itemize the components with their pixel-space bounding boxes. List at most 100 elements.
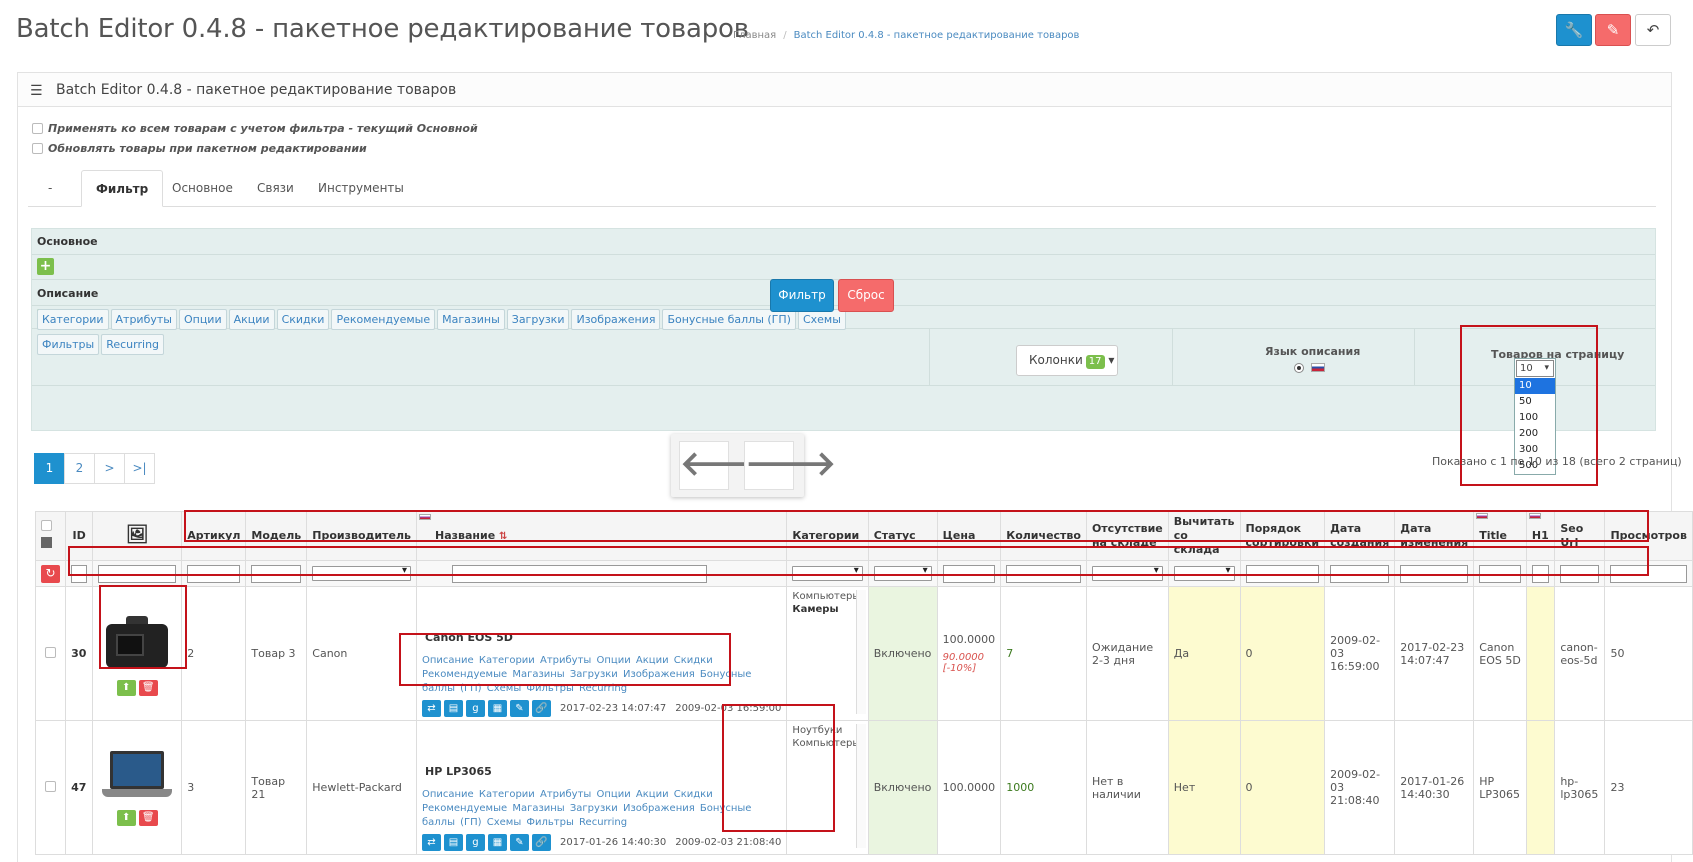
swap-icon[interactable]: ⇄	[421, 700, 441, 717]
select-inverse-icon[interactable]	[41, 537, 52, 548]
settings-button[interactable]: 🔧	[1556, 14, 1592, 46]
filter-tag[interactable]: Схемы	[797, 309, 846, 330]
eraser-icon: ✎	[1606, 21, 1620, 39]
link-icon[interactable]: 🔗	[531, 834, 551, 851]
product-actions: ⇄ ▤ g ▦ ✎ 🔗 2017-01-26 14:40:30 2009-02-03 21:0…	[421, 834, 781, 851]
columns-button[interactable]: Колонки 17 ▾	[1016, 345, 1118, 376]
cell-stock-status: Нет в наличии	[1085, 720, 1169, 855]
filter-tag[interactable]: Опции	[178, 309, 227, 330]
windows-icon[interactable]: ▦	[487, 834, 507, 851]
reset-button[interactable]: Сброс	[838, 279, 894, 312]
category-item[interactable]: Компьютеры	[792, 590, 862, 603]
filter-tag[interactable]: Атрибуты	[110, 309, 177, 330]
add-main-filter-button[interactable]: +	[37, 258, 54, 275]
row-checkbox[interactable]	[45, 780, 57, 792]
date-modified-inline: 2017-01-26 14:40:30	[559, 837, 667, 848]
filter-desc-label: Описание	[37, 287, 99, 300]
filter-tag[interactable]: Загрузки	[506, 309, 570, 330]
cell-id: 47	[65, 720, 94, 855]
breadcrumb-separator: /	[783, 30, 787, 41]
filter-tag[interactable]: Акции	[228, 309, 275, 330]
tab-main[interactable]: Основное	[158, 170, 247, 207]
upload-image-button[interactable]: ⬆	[116, 679, 136, 696]
filter-tag[interactable]: Фильтры	[37, 334, 100, 355]
image-icon: 🖼	[125, 524, 149, 545]
per-page-option[interactable]: 50	[1515, 394, 1555, 410]
clear-button[interactable]: ✎	[1595, 14, 1631, 46]
filter-tag[interactable]: Скидки	[276, 309, 330, 330]
filter-tag[interactable]: Изображения	[571, 309, 661, 330]
cell-subtract: Да	[1167, 586, 1241, 721]
tab-dash[interactable]: -	[34, 170, 66, 207]
filter-tag[interactable]: Recurring	[101, 334, 165, 355]
divider	[1172, 329, 1173, 385]
refresh-icon[interactable]: ↻	[41, 564, 60, 583]
delete-image-button[interactable]: 🗑	[138, 679, 158, 696]
table-row: 47 ⬆ 🗑 3 Товар 21 Hewlett-Packard HP LP3065 Опи…	[34, 720, 1693, 855]
tab-links[interactable]: Связи	[243, 170, 308, 207]
highlight-box	[722, 704, 835, 832]
filter-tag[interactable]: Категории	[37, 309, 109, 330]
copy-icon[interactable]: ▤	[443, 700, 463, 717]
filter-tag[interactable]: Магазины	[437, 309, 505, 330]
edit-icon[interactable]: ✎	[509, 700, 529, 717]
cell-status: Включено	[867, 586, 938, 721]
link-icon[interactable]: 🔗	[531, 700, 551, 717]
apply-all-checkbox[interactable]	[32, 123, 43, 134]
select-all-checkbox[interactable]	[41, 520, 52, 531]
page-header: Batch Editor 0.4.8 - пакетное редактиров…	[0, 0, 1693, 62]
update-checkbox-row[interactable]: Обновлять товары при пакетном редактиров…	[32, 142, 367, 155]
delete-image-button[interactable]: 🗑	[138, 810, 158, 826]
page-link[interactable]: 1	[34, 453, 65, 484]
language-radio[interactable]	[1294, 363, 1304, 373]
copy-icon[interactable]: ▤	[443, 834, 463, 851]
per-page-option[interactable]: 100	[1515, 410, 1555, 426]
cell-subtract: Нет	[1167, 720, 1241, 855]
per-page-option[interactable]: 200	[1515, 426, 1555, 442]
page-link[interactable]: >|	[124, 453, 155, 484]
filter-main-row: Основное	[32, 229, 1655, 255]
update-checkbox[interactable]	[32, 143, 43, 154]
cell-date-added: 2009-02-03 21:08:40	[1324, 720, 1396, 855]
product-image-laptop[interactable]	[102, 749, 173, 804]
upload-image-button[interactable]: ⬆	[116, 810, 136, 826]
page-link[interactable]: >	[94, 453, 125, 484]
category-scrollbar[interactable]	[855, 590, 866, 714]
arrow-left-icon[interactable]: 🡐	[679, 441, 771, 490]
category-item[interactable]: Камеры	[792, 603, 862, 616]
cell-date-modified: 2017-01-26 14:40:30	[1394, 720, 1475, 855]
apply-all-label: Применять ко всем товарам с учетом фильт…	[48, 122, 478, 135]
filter-button[interactable]: Фильтр	[770, 279, 834, 312]
filter-tag[interactable]: Рекомендуемые	[331, 309, 436, 330]
cell-id: 30	[65, 586, 94, 721]
row-checkbox[interactable]	[45, 646, 57, 658]
ru-flag-icon	[1311, 363, 1325, 372]
edit-icon[interactable]: ✎	[509, 834, 529, 851]
highlight-box	[99, 585, 187, 669]
arrow-right-icon[interactable]: 🡒	[744, 441, 836, 490]
filter-refresh-cell: ↻	[34, 560, 67, 587]
tab-tools[interactable]: Инструменты	[304, 170, 418, 207]
filter-tag[interactable]: Бонусные баллы (ГП)	[662, 309, 796, 330]
tab-filter[interactable]: Фильтр	[81, 170, 164, 207]
breadcrumb-current[interactable]: Batch Editor 0.4.8 - пакетное редактиров…	[794, 30, 1080, 41]
back-button[interactable]: ↶	[1635, 14, 1671, 46]
divider	[1414, 329, 1415, 385]
google-icon[interactable]: g	[465, 834, 485, 851]
google-icon[interactable]: g	[465, 700, 485, 717]
page-link[interactable]: 2	[64, 453, 95, 484]
filter-main-label: Основное	[37, 235, 98, 248]
tab-bar: - Фильтр Основное Связи Инструменты	[28, 170, 1656, 207]
cell-price: 100.0000 90.0000 [-10%]	[936, 586, 1002, 721]
cell-viewed: 23	[1604, 720, 1693, 855]
breadcrumb: Главная / Batch Editor 0.4.8 - пакетное ре…	[733, 30, 1079, 41]
windows-icon[interactable]: ▦	[487, 700, 507, 717]
apply-all-checkbox-row[interactable]: Применять ко всем товарам с учетом фильт…	[32, 122, 478, 135]
filter-box: Основное + Описание + КатегорииАтрибутыО…	[31, 228, 1656, 431]
breadcrumb-home[interactable]: Главная	[733, 30, 776, 41]
swap-icon[interactable]: ⇄	[421, 834, 441, 851]
per-page-select[interactable]: 10	[1516, 360, 1554, 377]
category-scrollbar[interactable]	[855, 724, 866, 848]
select-all-header[interactable]	[34, 511, 67, 561]
per-page-option[interactable]: 10	[1515, 378, 1555, 394]
